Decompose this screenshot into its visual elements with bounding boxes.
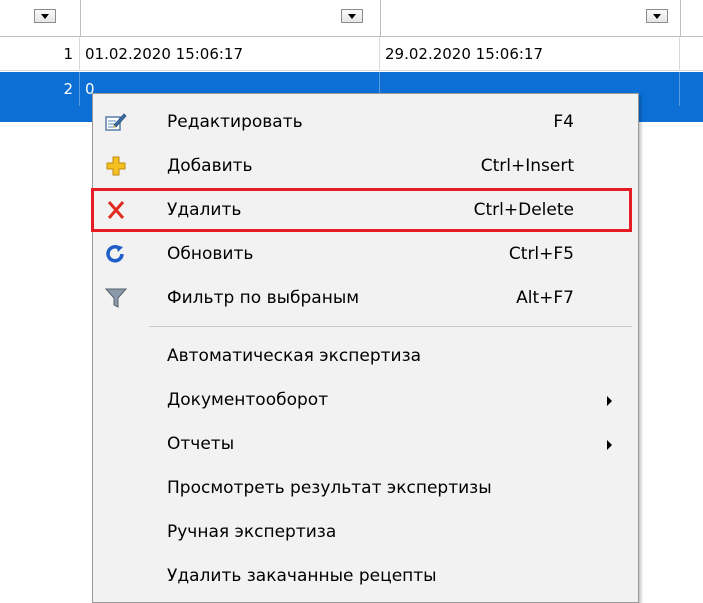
menu-item-shortcut: Ctrl+Delete <box>473 200 574 220</box>
menu-item-label: Просмотреть результат экспертизы <box>167 478 492 498</box>
menu-item-manual-expertise[interactable]: Ручная экспертиза <box>93 510 638 554</box>
menu-item-shortcut: Alt+F7 <box>516 288 574 308</box>
delete-icon <box>104 199 128 221</box>
filter-row <box>0 0 703 37</box>
end-date-cell[interactable]: 29.02.2020 15:06:17 <box>380 37 680 70</box>
row-index: 1 <box>0 37 80 70</box>
table-row[interactable]: 1 01.02.2020 15:06:17 29.02.2020 15:06:1… <box>0 37 703 71</box>
menu-item-label: Добавить <box>167 156 253 176</box>
menu-item-filter-selected[interactable]: Фильтр по выбраным Alt+F7 <box>93 276 638 320</box>
menu-item-shortcut: Ctrl+F5 <box>508 244 574 264</box>
menu-item-label: Отчеты <box>167 434 235 454</box>
filter-icon <box>104 287 128 309</box>
refresh-icon <box>104 243 128 265</box>
column-divider <box>380 0 381 36</box>
menu-item-label: Удалить закачанные рецепты <box>167 566 437 586</box>
column-divider <box>80 0 81 36</box>
menu-item-label: Обновить <box>167 244 254 264</box>
menu-item-edit[interactable]: Редактировать F4 <box>93 100 638 144</box>
menu-item-document-flow[interactable]: Документооборот <box>93 378 638 422</box>
menu-item-delete[interactable]: Удалить Ctrl+Delete <box>91 188 638 232</box>
menu-item-shortcut: Ctrl+Insert <box>480 156 574 176</box>
column-divider <box>680 0 681 36</box>
row-index: 2 <box>0 72 80 106</box>
submenu-arrow-icon <box>607 440 612 450</box>
menu-item-delete-downloaded-prescriptions[interactable]: Удалить закачанные рецепты <box>93 554 638 598</box>
menu-item-label: Удалить <box>167 200 242 220</box>
menu-item-refresh[interactable]: Обновить Ctrl+F5 <box>93 232 638 276</box>
edit-icon <box>104 111 128 133</box>
filter-dropdown-index[interactable] <box>34 9 56 23</box>
menu-item-label: Автоматическая экспертиза <box>167 346 422 366</box>
menu-item-label: Документооборот <box>167 390 329 410</box>
start-date-cell[interactable]: 01.02.2020 15:06:17 <box>80 37 380 70</box>
add-icon <box>104 155 128 177</box>
filter-dropdown-start[interactable] <box>341 9 363 23</box>
menu-item-label: Ручная экспертиза <box>167 522 337 542</box>
menu-item-shortcut: F4 <box>553 112 574 132</box>
context-menu: Редактировать F4 Добавить Ctrl+Insert Уд… <box>91 93 639 603</box>
menu-item-reports[interactable]: Отчеты <box>93 422 638 466</box>
filter-dropdown-end[interactable] <box>646 9 668 23</box>
menu-item-view-expertise-result[interactable]: Просмотреть результат экспертизы <box>93 466 638 510</box>
menu-item-label: Редактировать <box>167 112 303 132</box>
menu-item-label: Фильтр по выбраным <box>167 288 360 308</box>
menu-item-add[interactable]: Добавить Ctrl+Insert <box>93 144 638 188</box>
submenu-arrow-icon <box>607 396 612 406</box>
menu-item-auto-expertise[interactable]: Автоматическая экспертиза <box>93 334 638 378</box>
menu-separator <box>149 326 632 327</box>
